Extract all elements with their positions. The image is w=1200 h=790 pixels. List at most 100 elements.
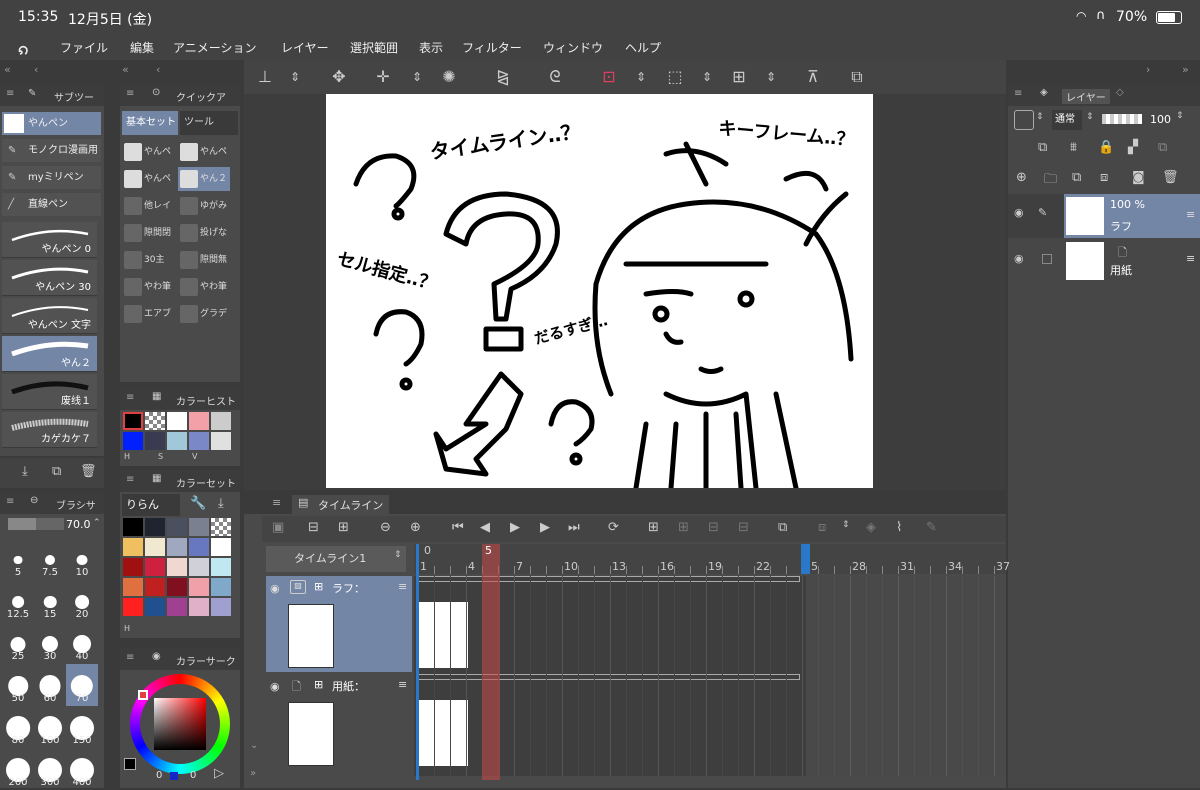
brush-size-preset[interactable]: 400 [66, 748, 98, 790]
brush-size-preset[interactable]: 200 [2, 748, 34, 790]
saturation-square[interactable] [154, 698, 206, 750]
play-icon[interactable]: ▶ [510, 520, 520, 535]
brush-size-preset[interactable]: 40 [66, 622, 98, 664]
checkbox[interactable] [1042, 254, 1052, 264]
chevron-down-icon[interactable]: ⌄ [250, 740, 258, 751]
color-swatch[interactable] [145, 412, 165, 430]
menu-icon[interactable]: ≡ [126, 474, 134, 485]
plus-icon[interactable]: ⊞ [314, 678, 323, 691]
stepper-icon[interactable]: ⇕ [282, 64, 308, 90]
delete-cel-icon[interactable]: ⊟ [738, 520, 749, 535]
subtool-item[interactable]: ✎ myミリペン [2, 166, 101, 189]
keyframe-add-icon[interactable]: ◈ [866, 520, 876, 535]
select-rect-icon[interactable]: ⬚ [662, 64, 688, 90]
color-swatch[interactable] [145, 518, 165, 536]
cel-thumbnail[interactable] [418, 602, 468, 668]
brush-size-preset[interactable]: 20 [66, 580, 98, 622]
flip-icon[interactable]: ⧎ [490, 64, 516, 90]
menu-animation[interactable]: アニメーション [173, 39, 257, 56]
menu-icon[interactable]: ≡ [126, 392, 134, 403]
brush-size-preset[interactable]: 15 [34, 580, 66, 622]
new-animation-folder-icon[interactable]: ⊞ [338, 520, 349, 535]
brush-size-preset[interactable]: 100 [34, 706, 66, 748]
onion-skin-icon[interactable]: ⧉ [778, 520, 787, 535]
stepper-icon[interactable]: ⇕ [628, 64, 654, 90]
clip-icon[interactable]: ⧉ [1038, 140, 1047, 155]
menu-edit[interactable]: 編集 [130, 39, 154, 56]
new-timeline-icon[interactable]: ▣ [272, 520, 284, 535]
keyframe-interpolation-icon[interactable]: ⌇ [896, 520, 902, 535]
subtool-item[interactable]: ╱ 直線ペン [2, 193, 101, 216]
stepper-icon[interactable]: ⇕ [394, 550, 402, 560]
track-rough[interactable]: ◉ ▨ ⊞ ラフ： ≡ [266, 576, 412, 672]
color-swatch[interactable] [189, 518, 209, 536]
color-swatch[interactable] [211, 518, 231, 536]
hue-ring[interactable] [130, 674, 230, 774]
quick-access-item[interactable]: やわ筆 [178, 275, 230, 299]
quick-access-item[interactable]: やん２ [178, 167, 230, 191]
chevron-left-icon[interactable]: ‹ [156, 63, 160, 76]
menu-icon[interactable]: ≡ [398, 580, 407, 593]
quick-access-item[interactable]: やんペ [122, 167, 174, 191]
quick-access-item[interactable]: やんペ [122, 140, 174, 164]
lock-icon[interactable]: 🔒 [1098, 140, 1114, 155]
tab-basic-set[interactable]: 基本セット [122, 111, 178, 135]
quick-access-item[interactable]: 30主 [122, 248, 174, 272]
transform-icon[interactable]: ⊞ [726, 64, 752, 90]
brush-size-preset[interactable]: 10 [66, 538, 98, 580]
color-swatch[interactable] [145, 538, 165, 556]
chevron-down-icon[interactable]: » [250, 768, 256, 779]
layer-color-box[interactable] [1014, 110, 1034, 130]
play-circle-icon[interactable]: ▷ [214, 766, 224, 781]
menu-icon[interactable]: ≡ [398, 678, 407, 691]
color-swatch[interactable] [123, 578, 143, 596]
stepper-icon[interactable]: ⇕ [1036, 112, 1044, 122]
hue-handle[interactable] [138, 690, 148, 700]
cel-thumbnail[interactable] [418, 700, 468, 766]
loop-icon[interactable]: ⟳ [608, 520, 619, 535]
color-mode-label[interactable]: H [124, 452, 130, 461]
menu-icon[interactable]: ≡ [6, 88, 14, 99]
color-swatch[interactable] [167, 538, 187, 556]
new-raster-layer-icon[interactable]: ⊕ [1016, 170, 1027, 185]
color-swatch[interactable] [167, 432, 187, 450]
merge-layer-icon[interactable]: ⧈ [1100, 170, 1108, 185]
checker-icon[interactable]: ▞ [1128, 140, 1138, 155]
color-swatch[interactable] [211, 538, 231, 556]
color-swatch[interactable] [189, 412, 209, 430]
stepper-icon[interactable]: ⇕ [1176, 111, 1184, 121]
color-swatch[interactable] [123, 432, 143, 450]
plus-icon[interactable]: ⊞ [314, 580, 323, 593]
app-logo-icon[interactable]: ၵ [18, 36, 28, 63]
color-swatch[interactable] [123, 518, 143, 536]
wrench-icon[interactable]: 🔧 [190, 496, 206, 511]
subtool-item[interactable]: やんペン [2, 112, 101, 135]
assign-cel-icon[interactable]: ⊟ [708, 520, 719, 535]
track-paper[interactable]: ◉ 🗋 ⊞ 用紙： ≡ [266, 674, 412, 770]
menu-filter[interactable]: フィルター [462, 39, 522, 56]
frame-ruler[interactable]: 0 1 4 7 10 13 16 19 22 25 28 31 34 37 [414, 544, 1010, 574]
quick-access-item[interactable]: やわ筆 [122, 275, 174, 299]
menu-icon[interactable]: ≡ [126, 652, 134, 663]
stepper-icon[interactable]: ⇕ [842, 520, 850, 530]
brush-size-preset[interactable]: 60 [34, 664, 66, 706]
color-swatch[interactable] [211, 432, 231, 450]
menu-icon[interactable]: ≡ [1186, 252, 1195, 265]
frame-grid[interactable] [414, 576, 1006, 776]
tab-tools[interactable]: ツール [180, 111, 238, 135]
color-swatch[interactable] [189, 598, 209, 616]
color-swatch[interactable] [211, 558, 231, 576]
brush-size-slider[interactable] [8, 518, 64, 530]
prev-frame-icon[interactable]: ◀ [480, 520, 490, 535]
color-swatch[interactable] [145, 558, 165, 576]
quick-access-item[interactable]: やんペ [178, 140, 230, 164]
menu-window[interactable]: ウィンドウ [543, 39, 603, 56]
keyframe-icon[interactable]: ⧈ [818, 520, 826, 535]
brush-preset[interactable]: 废线１ [2, 374, 97, 410]
eye-icon[interactable]: ◉ [1014, 206, 1024, 219]
ruler-icon[interactable]: ⊼ [800, 64, 826, 90]
eye-icon[interactable]: ◉ [270, 582, 280, 595]
eye-icon[interactable]: ◉ [1014, 252, 1024, 265]
color-swatch[interactable] [123, 558, 143, 576]
brush-preset[interactable]: カゲカケ７ [2, 412, 97, 448]
